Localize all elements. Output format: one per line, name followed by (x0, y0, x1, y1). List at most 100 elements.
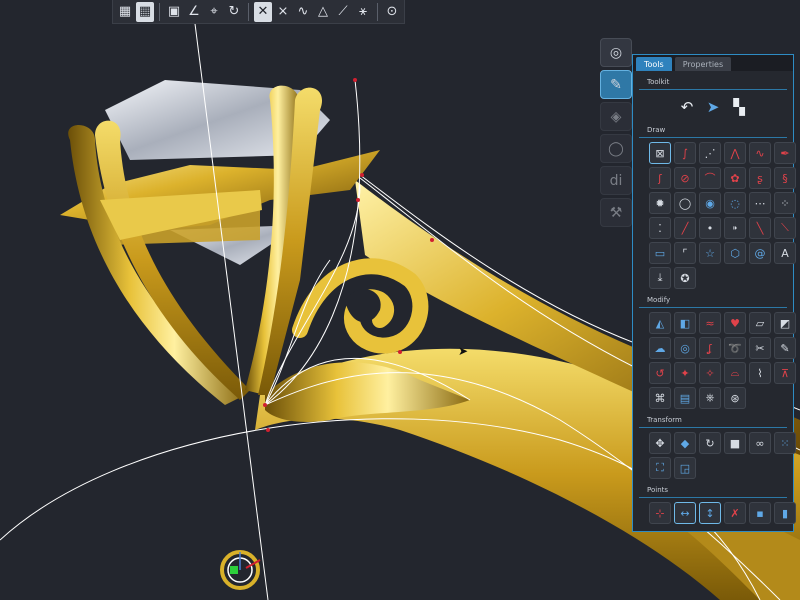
curve-snap-icon[interactable]: ∿ (294, 2, 312, 22)
section-toolkit: Toolkit (647, 78, 670, 86)
dot-icon[interactable]: • (699, 217, 721, 239)
curve-icon[interactable]: ∫ (674, 142, 696, 164)
module-palette: ◎ ✎ ◈ ◯ di ⚒ (600, 38, 634, 227)
text-icon[interactable]: A (774, 242, 796, 264)
wizard-icon[interactable]: ▚ (729, 97, 749, 117)
triangle-icon[interactable]: △ (314, 2, 332, 22)
refresh-icon[interactable]: ↺ (649, 362, 671, 384)
flower-icon[interactable]: ✿ (724, 167, 746, 189)
di-text-icon[interactable]: di (600, 166, 632, 195)
tool-icon[interactable]: ⚒ (600, 198, 632, 227)
dots-icon[interactable]: ⁚ (649, 217, 671, 239)
stone-icon[interactable]: ◈ (600, 102, 632, 131)
corner-rect-icon[interactable]: ⌜ (674, 242, 696, 264)
angle-icon[interactable]: ∠ (185, 2, 203, 22)
section-divider (639, 497, 787, 498)
pick-icon[interactable]: ✕ (254, 1, 272, 22)
point-select-icon[interactable]: ▪ (749, 502, 771, 524)
arc-curve-icon[interactable]: ⌒ (699, 167, 721, 189)
grid-icon[interactable]: ▦ (116, 2, 134, 22)
tab-tools[interactable]: Tools (636, 57, 672, 71)
layer-icon[interactable]: ▣ (165, 2, 183, 22)
node-edit-icon[interactable]: ⌘ (649, 387, 671, 409)
section-points: Points (647, 486, 669, 494)
circle-ribbon-icon[interactable]: ⊘ (674, 167, 696, 189)
zigzag-icon[interactable]: ⋀ (724, 142, 746, 164)
delete-x-icon[interactable]: ⊠ (649, 142, 671, 164)
logo-icon[interactable]: ✪ (674, 267, 696, 289)
diagonal-icon[interactable]: ╲ (749, 217, 771, 239)
ring-icon[interactable]: ◎ (600, 38, 632, 67)
ray-icon[interactable]: ⚹ (354, 2, 372, 22)
offset-icon[interactable]: ▱ (749, 312, 771, 334)
cross-snap-icon[interactable]: ⨯ (274, 2, 292, 22)
wave-mod-icon[interactable]: ≈ (699, 312, 721, 334)
erase-icon[interactable]: ◩ (774, 312, 796, 334)
bend-icon[interactable]: ⌇ (749, 362, 771, 384)
render-ring-icon[interactable]: ◯ (600, 134, 632, 163)
ellipsis-icon[interactable]: ⁘ (774, 192, 796, 214)
hexagon-icon[interactable]: ⬡ (724, 242, 746, 264)
section-draw: Draw (647, 126, 666, 134)
line-icon[interactable]: ╱ (674, 217, 696, 239)
point-line-icon[interactable]: ⁍ (724, 217, 746, 239)
pattern-red-icon[interactable]: ✧ (699, 362, 721, 384)
circle-icon[interactable]: ◉ (699, 192, 721, 214)
scale-v-icon[interactable]: ↕ (699, 502, 721, 524)
stamp-icon[interactable]: ⎈ (699, 387, 721, 409)
trim-icon[interactable]: ✂ (749, 337, 771, 359)
point-red-icon[interactable]: ✗ (724, 502, 746, 524)
square-icon[interactable]: ■ (724, 432, 746, 454)
dots-grid-icon[interactable]: ⁙ (774, 432, 796, 454)
blob-icon[interactable]: ☁ (649, 337, 671, 359)
pen-tool-icon[interactable]: ✒ (774, 142, 796, 164)
spiral-curve-icon[interactable]: ʃ (649, 167, 671, 189)
undo-arc-icon[interactable]: ↻ (225, 2, 243, 22)
dash-icon[interactable]: ⋯ (749, 192, 771, 214)
panel-tabs: Tools Properties (633, 55, 793, 71)
point-add-icon[interactable]: ⊹ (649, 502, 671, 524)
gem-outline-icon[interactable]: ◯ (674, 192, 696, 214)
scale-h-icon[interactable]: ↔ (674, 502, 696, 524)
loop-icon[interactable]: ➰ (724, 337, 746, 359)
tab-properties[interactable]: Properties (674, 57, 732, 71)
fillet-icon[interactable]: ⌓ (724, 362, 746, 384)
point-move-icon[interactable]: ▮ (774, 502, 796, 524)
helix-icon[interactable]: § (774, 167, 796, 189)
split-icon[interactable]: ◧ (674, 312, 696, 334)
boolean-icon[interactable]: ◭ (649, 312, 671, 334)
compass-icon[interactable]: ⊛ (724, 387, 746, 409)
line-snap-icon[interactable]: ⟋ (334, 2, 352, 22)
brush-icon[interactable]: ✎ (774, 337, 796, 359)
s-curve-icon[interactable]: ʂ (749, 167, 771, 189)
pen-draw-icon[interactable]: ✎ (600, 70, 632, 99)
align-corner-icon[interactable]: ◲ (674, 457, 696, 479)
import-icon[interactable]: ⤓ (649, 267, 671, 289)
rotate-node-icon[interactable]: ◆ (674, 432, 696, 454)
transform-gizmo[interactable] (216, 546, 264, 594)
tiles-icon[interactable]: ▤ (674, 387, 696, 409)
circle-target-icon[interactable]: ⊙ (383, 2, 401, 22)
diagonal-red-icon[interactable]: ⟍ (774, 217, 796, 239)
node-circle-icon[interactable]: ◌ (724, 192, 746, 214)
cursor-icon[interactable]: ➤ (703, 97, 723, 117)
spiral-icon[interactable]: @ (749, 242, 771, 264)
chain-s-icon[interactable]: ʆ (699, 337, 721, 359)
pattern-icon[interactable]: ✦ (674, 362, 696, 384)
star-icon[interactable]: ☆ (699, 242, 721, 264)
scale-curve-icon[interactable]: ⊼ (774, 362, 796, 384)
ring-mod-icon[interactable]: ◎ (674, 337, 696, 359)
rotate-icon[interactable]: ↻ (699, 432, 721, 454)
points-curve-icon[interactable]: ⋰ (699, 142, 721, 164)
wave-icon[interactable]: ∿ (749, 142, 771, 164)
frame-icon[interactable]: ⛶ (649, 457, 671, 479)
rectangle-icon[interactable]: ▭ (649, 242, 671, 264)
grid-snap-icon[interactable]: ▦ (136, 1, 154, 22)
move-icon[interactable]: ✥ (649, 432, 671, 454)
bow-icon[interactable]: ∞ (749, 432, 771, 454)
star-burst-icon[interactable]: ✹ (649, 192, 671, 214)
section-modify: Modify (647, 296, 671, 304)
heart-icon[interactable]: ♥ (724, 312, 746, 334)
undo-icon[interactable]: ↶ (677, 97, 697, 117)
snap-point-icon[interactable]: ⌖ (205, 2, 223, 22)
